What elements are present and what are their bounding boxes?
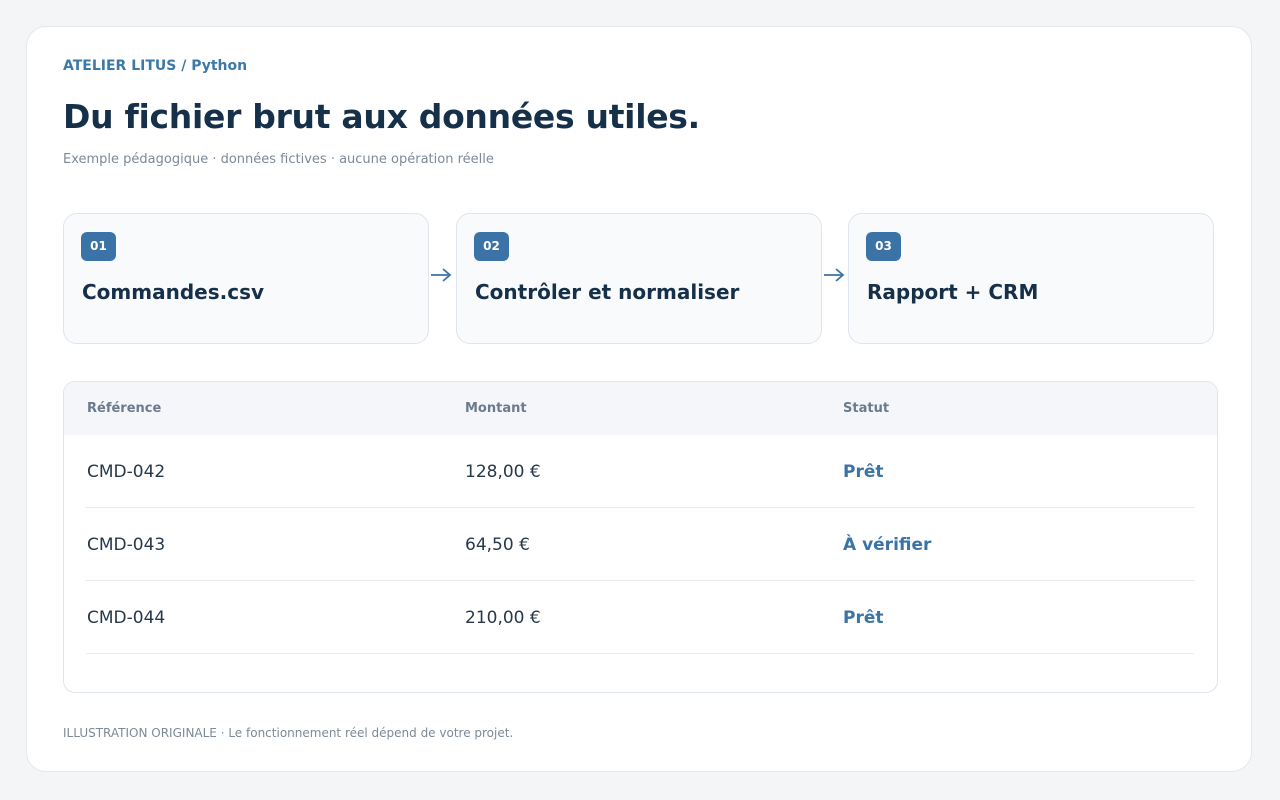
table-header: Référence Montant Statut (64, 382, 1217, 435)
status-label: Prêt (843, 462, 884, 482)
column-header-statut: Statut (843, 401, 890, 416)
page-subtitle: Exemple pédagogique · données fictives ·… (63, 152, 494, 167)
step-number-badge: 01 (81, 232, 116, 261)
main-card: ATELIER LITUS / Python Du fichier brut a… (26, 26, 1252, 772)
table-row: CMD-042 128,00 € Prêt (86, 435, 1194, 508)
page-title: Du fichier brut aux données utiles. (63, 97, 700, 136)
cell-montant: 210,00 € (465, 608, 541, 628)
cell-reference: CMD-044 (87, 608, 166, 628)
step-card-3: 03 Rapport + CRM (848, 213, 1214, 344)
column-header-reference: Référence (87, 401, 162, 416)
step-card-2: 02 Contrôler et normaliser (456, 213, 822, 344)
cell-montant: 64,50 € (465, 535, 530, 555)
table-row: CMD-044 210,00 € Prêt (86, 581, 1194, 654)
step-number-badge: 02 (474, 232, 509, 261)
step-label: Rapport + CRM (867, 280, 1039, 304)
step-label: Commandes.csv (82, 280, 265, 304)
status-label: Prêt (843, 608, 884, 628)
table-row: CMD-043 64,50 € À vérifier (86, 508, 1194, 581)
step-label: Contrôler et normaliser (475, 280, 740, 304)
arrow-right-icon (824, 268, 845, 282)
orders-table: Référence Montant Statut CMD-042 128,00 … (63, 381, 1218, 693)
breadcrumb: ATELIER LITUS / Python (63, 58, 248, 74)
status-label: À vérifier (843, 535, 932, 555)
footer-note: ILLUSTRATION ORIGINALE · Le fonctionneme… (63, 726, 514, 740)
cell-reference: CMD-042 (87, 462, 166, 482)
cell-montant: 128,00 € (465, 462, 541, 482)
step-card-1: 01 Commandes.csv (63, 213, 429, 344)
step-number-badge: 03 (866, 232, 901, 261)
column-header-montant: Montant (465, 401, 527, 416)
arrow-right-icon (431, 268, 452, 282)
cell-reference: CMD-043 (87, 535, 166, 555)
